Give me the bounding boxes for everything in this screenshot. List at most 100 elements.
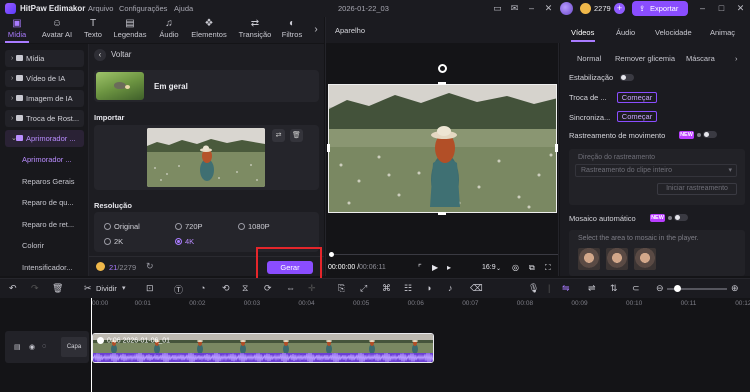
aspect-ratio[interactable]: 16:9 [482,264,496,271]
export-button[interactable]: ⇪ Exportar [632,1,688,16]
tab-animation[interactable]: Animaç [710,28,735,37]
resize-handle-left[interactable] [327,144,330,152]
tab-transition[interactable]: ⇄ Transição [235,17,275,43]
sidebar-item-media[interactable]: › Mídia [5,50,84,67]
minimize-icon[interactable]: – [526,3,537,14]
tab-text[interactable]: T Texto [80,17,106,43]
sync-begin-button[interactable]: Começar [617,111,657,122]
mirror-icon[interactable]: ⇔ [286,283,295,293]
face-thumbnail[interactable] [606,248,628,270]
tab-media[interactable]: ▣ Mídia [3,17,31,43]
chevron-down-icon[interactable]: ▾ [122,284,126,292]
sidebar-sub-enhancer[interactable]: Aprimorador ... [22,155,72,164]
tab-elements[interactable]: ❖ Elementos [187,17,231,43]
zoom-out-icon[interactable]: ⊖ [656,283,664,294]
tab-filters[interactable]: ◐ Filtros [278,17,306,43]
tab-audio-props[interactable]: Áudio [616,28,635,37]
delete-icon[interactable]: 🗑 [290,129,303,142]
radio-original[interactable]: Original [104,222,140,231]
model-card[interactable]: Em geral [94,70,319,102]
chevron-right-icon[interactable]: › [735,54,738,63]
link-icon[interactable]: ⇋ [562,283,570,294]
auto-mosaic-toggle[interactable] [674,214,688,221]
face-thumbnail[interactable] [578,248,600,270]
tab-videos[interactable]: Vídeos [571,28,594,37]
crop-tool-icon[interactable]: ⊡ [146,283,154,294]
sidebar-item-ai-video[interactable]: › Vídeo de IA [5,70,84,87]
play-icon[interactable]: ▶ [432,263,438,272]
audio-tool-icon[interactable]: ♪ [448,283,453,293]
snapshot-icon[interactable]: ◎ [512,263,519,272]
magnet-icon[interactable]: ⊂ [632,283,640,294]
sidebar-item-enhancer[interactable]: ⌄ Aprimorador ... [5,130,84,147]
close-icon[interactable]: ✕ [543,3,554,14]
next-frame-icon[interactable]: ▸ [447,263,451,272]
crop-icon[interactable]: ⧉ [529,263,535,273]
ai-tool-icon[interactable]: ⌘ [382,283,391,294]
playhead[interactable] [91,298,92,392]
color-icon[interactable]: ◑ [426,283,431,293]
snap-icon[interactable]: ⇅ [610,283,618,294]
scrubber-knob[interactable] [329,252,334,257]
sidebar-item-face-swap[interactable]: › Troca de Rost... [5,110,84,127]
scissors-icon[interactable]: ✂ [84,283,92,294]
undo-icon[interactable]: ↶ [9,283,17,294]
import-area[interactable]: ⇄ 🗑 [94,125,319,190]
subtab-normal[interactable]: Normal [577,54,601,63]
avatar[interactable] [560,2,573,15]
radio-1080p[interactable]: 1080P [238,222,270,231]
window-minimize-icon[interactable]: – [697,3,708,14]
tab-subtitles[interactable]: ▤ Legendas [110,17,150,43]
keyframe-icon[interactable]: ✛ [308,283,316,294]
window-maximize-icon[interactable]: □ [716,3,727,14]
zoom-slider-knob[interactable] [674,285,681,292]
layout-icon[interactable]: ▭ [492,3,503,14]
resize-handle-top[interactable] [438,82,446,85]
add-credits-button[interactable]: + [614,3,625,14]
mail-icon[interactable]: ✉ [509,3,520,14]
face-swap-begin-button[interactable]: Começar [617,92,657,103]
prev-frame-icon[interactable]: ⌜ [418,263,422,272]
fit-icon[interactable]: ⤢ [360,283,367,294]
back-button[interactable]: ‹ [94,49,106,61]
transform-icon[interactable]: ⟲ [222,283,230,294]
sticker-icon[interactable]: ☷ [404,283,412,294]
zoom-in-icon[interactable]: ⊕ [731,283,739,294]
motion-tracking-toggle[interactable] [703,131,717,138]
radio-4k[interactable]: 4K [175,237,194,246]
export-frame-icon[interactable]: ⎘ [338,283,345,294]
refresh-icon[interactable]: ↻ [146,261,154,272]
sidebar-sub-portrait-repair[interactable]: Reparo de ret... [22,220,74,229]
time-ruler[interactable]: 00:00 00:01 00:02 00:03 00:04 00:05 00:06 00:07… [90,298,750,310]
reverse-icon[interactable]: ⟳ [264,283,272,294]
split-button[interactable]: Dividir [96,284,117,293]
microphone-icon[interactable]: 🎙 [528,283,539,294]
chevron-down-icon[interactable]: ⌄ [496,265,501,272]
redo-icon[interactable]: ↷ [31,283,39,294]
tab-avatar-ai[interactable]: ☺ Avatar AI [37,17,77,43]
window-close-icon[interactable]: ✕ [735,3,746,14]
subtab-remove-flicker[interactable]: Remover glicemia [615,54,675,63]
lock-icon[interactable]: ◌ [42,343,46,350]
sidebar-sub-intensifier[interactable]: Intensificador... [22,263,72,272]
sidebar-item-ai-image[interactable]: › Imagem de IA [5,90,84,107]
split-track-icon[interactable]: ⇌ [588,283,596,294]
menu-ajuda[interactable]: Ajuda [174,4,193,13]
back-label[interactable]: Voltar [111,50,131,59]
playback-scrubber[interactable] [330,254,558,255]
subtab-mask[interactable]: Máscara [686,54,715,63]
freeze-icon[interactable]: ⧖ [242,283,248,294]
sidebar-sub-general-repair[interactable]: Reparos Gerais [22,177,75,186]
sidebar-sub-quality-repair[interactable]: Reparo de qu... [22,198,74,207]
resize-handle-bottom[interactable] [438,212,446,215]
toolbar-more-icon[interactable]: › [308,17,324,43]
radio-720p[interactable]: 720P [175,222,203,231]
trash-icon[interactable]: 🗑 [52,283,63,294]
menu-configuracoes[interactable]: Configurações [119,4,167,13]
stabilization-toggle[interactable] [620,74,634,81]
video-clip[interactable]: 0:06 2026-01-06_01 [92,333,434,363]
track-cover[interactable]: Capa [61,337,87,357]
replace-icon[interactable]: ⇄ [272,129,285,142]
resize-handle-right[interactable] [555,144,558,152]
speed-icon[interactable]: ◔ [200,283,205,293]
